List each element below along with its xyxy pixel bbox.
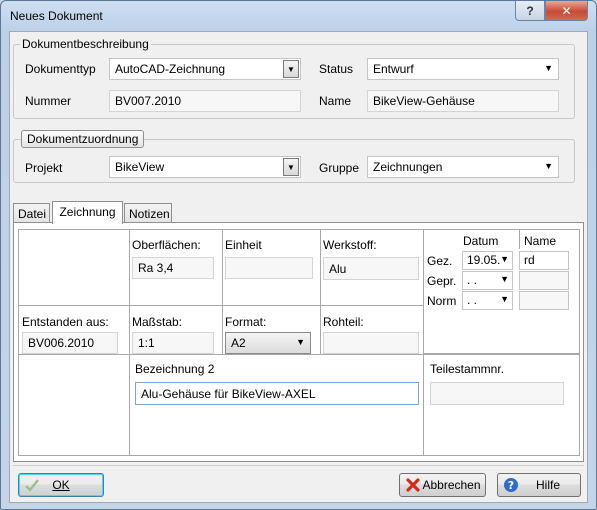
massstab-field[interactable]: 1:1 bbox=[132, 332, 214, 354]
gez-label: Gez. bbox=[427, 254, 453, 268]
dokumenttyp-value: AutoCAD-Zeichnung bbox=[115, 62, 226, 76]
einheit-label: Einheit bbox=[225, 238, 262, 252]
gruppe-label: Gruppe bbox=[319, 161, 360, 175]
ok-button[interactable]: OK bbox=[18, 473, 104, 497]
chevron-down-icon: ▼ bbox=[544, 161, 553, 171]
gepr-name-field[interactable] bbox=[519, 271, 569, 290]
legend-dokumentzuordnung[interactable]: Dokumentzuordnung bbox=[21, 130, 145, 148]
svg-text:?: ? bbox=[508, 479, 514, 492]
gruppe-value: Zeichnungen bbox=[373, 160, 443, 174]
nummer-label: Nummer bbox=[25, 94, 72, 108]
chevron-down-icon: ▼ bbox=[500, 274, 509, 284]
entstanden-field[interactable]: BV006.2010 bbox=[22, 332, 118, 354]
chevron-down-icon: ▼ bbox=[296, 337, 305, 347]
help-icon[interactable]: ? bbox=[515, 1, 545, 21]
entstanden-label: Entstanden aus: bbox=[22, 315, 109, 329]
format-select[interactable]: A2 ▼ bbox=[225, 332, 311, 354]
format-value: A2 bbox=[231, 336, 246, 350]
norm-label: Norm bbox=[427, 294, 457, 308]
rohteil-label: Rohteil: bbox=[323, 315, 364, 329]
dokumenttyp-select[interactable]: AutoCAD-Zeichnung ▼ bbox=[109, 58, 301, 80]
gruppe-select[interactable]: Zeichnungen ▼ bbox=[367, 156, 559, 178]
dialog-client: Dokumentbeschreibung Dokumenttyp AutoCAD… bbox=[9, 31, 588, 503]
name-field[interactable]: BikeView-Gehäuse bbox=[367, 90, 559, 112]
hilfe-button[interactable]: ? Hilfe bbox=[497, 473, 581, 497]
abbrechen-label: Abbrechen bbox=[422, 478, 481, 492]
teilestamm-label: Teilestammnr. bbox=[430, 362, 505, 376]
dialog-window: Neues Dokument ? ✕ Dokumentbeschreibung … bbox=[0, 0, 597, 510]
legend-dokumentbeschreibung: Dokumentbeschreibung bbox=[20, 37, 151, 51]
projekt-value: BikeView bbox=[115, 160, 165, 174]
close-icon[interactable]: ✕ bbox=[545, 1, 588, 21]
title-bar[interactable]: Neues Dokument ? ✕ bbox=[1, 1, 596, 31]
status-select[interactable]: Entwurf ▼ bbox=[367, 58, 559, 80]
name-label: Name bbox=[319, 94, 352, 108]
format-label: Format: bbox=[225, 315, 267, 329]
rohteil-field[interactable] bbox=[323, 332, 419, 354]
dokumenttyp-label: Dokumenttyp bbox=[25, 62, 96, 76]
norm-datum-value: . . bbox=[467, 293, 478, 307]
hilfe-label: Hilfe bbox=[535, 478, 560, 492]
ok-label: OK bbox=[52, 478, 70, 492]
status-label: Status bbox=[319, 62, 354, 76]
header-divider bbox=[519, 229, 520, 249]
gez-datum-value: 19.05. bbox=[467, 253, 501, 267]
cell-empty bbox=[18, 229, 130, 306]
bezeichnung2-input[interactable]: Alu-Gehäuse für BikeView-AXEL bbox=[135, 382, 419, 405]
tab-datei[interactable]: Datei bbox=[13, 203, 50, 224]
cell-empty-bottom bbox=[18, 354, 130, 456]
nummer-field[interactable]: BV007.2010 bbox=[109, 90, 301, 112]
datum-header: Datum bbox=[463, 234, 499, 248]
gepr-datum-value: . . bbox=[467, 273, 478, 287]
chevron-down-icon[interactable]: ▼ bbox=[283, 158, 299, 176]
window-title: Neues Dokument bbox=[10, 9, 103, 23]
tab-panel-zeichnung: Oberflächen: Ra 3,4 Einheit Werkstoff: A… bbox=[13, 222, 584, 462]
projekt-select[interactable]: BikeView ▼ bbox=[109, 156, 301, 178]
chevron-down-icon[interactable]: ▼ bbox=[283, 60, 299, 78]
status-value: Entwurf bbox=[373, 62, 414, 76]
bezeichnung2-label: Bezeichnung 2 bbox=[135, 362, 215, 376]
massstab-label: Maßstab: bbox=[132, 315, 183, 329]
gez-datum-select[interactable]: 19.05. ▼ bbox=[462, 251, 513, 270]
abbrechen-button[interactable]: Abbrechen bbox=[399, 473, 486, 497]
norm-name-field[interactable] bbox=[519, 291, 569, 310]
separator bbox=[13, 465, 584, 466]
name-header: Name bbox=[524, 234, 557, 248]
chevron-down-icon: ▼ bbox=[500, 294, 509, 304]
werkstoff-field[interactable]: Alu bbox=[323, 257, 419, 280]
gepr-datum-select[interactable]: . . ▼ bbox=[462, 271, 513, 290]
gez-name-field[interactable]: rd bbox=[519, 251, 569, 270]
tab-zeichnung[interactable]: Zeichnung bbox=[52, 201, 123, 224]
werkstoff-label: Werkstoff: bbox=[323, 238, 377, 252]
oberflaechen-label: Oberflächen: bbox=[132, 238, 201, 252]
norm-datum-select[interactable]: . . ▼ bbox=[462, 291, 513, 310]
teilestamm-field[interactable] bbox=[430, 382, 564, 405]
gepr-label: Gepr. bbox=[427, 274, 457, 288]
chevron-down-icon: ▼ bbox=[500, 254, 509, 264]
projekt-label: Projekt bbox=[25, 161, 63, 175]
tab-notizen[interactable]: Notizen bbox=[124, 203, 172, 224]
chevron-down-icon: ▼ bbox=[544, 63, 553, 73]
einheit-field[interactable] bbox=[225, 257, 313, 279]
oberflaechen-field[interactable]: Ra 3,4 bbox=[132, 257, 214, 279]
